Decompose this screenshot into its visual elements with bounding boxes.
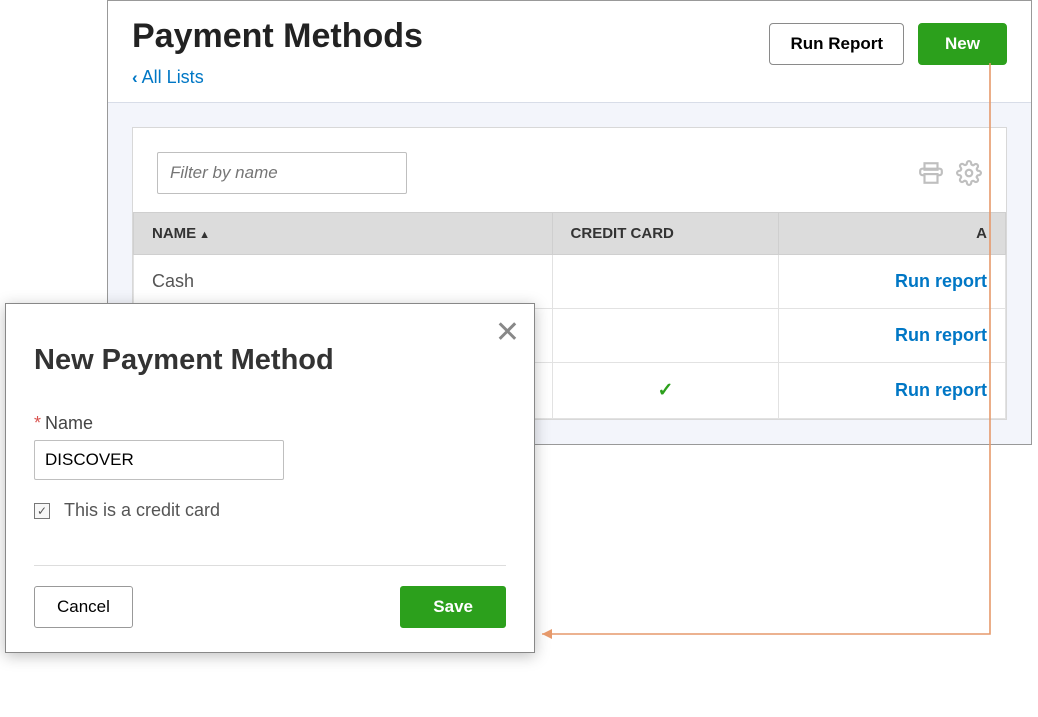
- breadcrumb[interactable]: ‹ All Lists: [108, 65, 1031, 103]
- col-header-action[interactable]: A: [779, 213, 1006, 255]
- toolbar: [133, 152, 1006, 212]
- checkbox-icon[interactable]: ✓: [34, 503, 50, 519]
- header-bar: Payment Methods Run Report New: [108, 1, 1031, 65]
- row-cc: [552, 255, 779, 309]
- row-cc: [552, 309, 779, 363]
- run-report-button[interactable]: Run Report: [769, 23, 904, 65]
- row-action-link[interactable]: Run report: [779, 363, 1006, 419]
- name-input[interactable]: [34, 440, 284, 480]
- breadcrumb-label: All Lists: [142, 67, 204, 88]
- new-button[interactable]: New: [918, 23, 1007, 65]
- header-actions: Run Report New: [769, 23, 1007, 65]
- close-icon[interactable]: ✕: [495, 318, 520, 348]
- gear-icon[interactable]: [956, 160, 982, 186]
- credit-card-checkbox-row[interactable]: ✓ This is a credit card: [34, 500, 506, 521]
- chevron-left-icon: ‹: [132, 68, 138, 88]
- toolbar-icons: [918, 160, 982, 186]
- required-star-icon: *: [34, 413, 41, 433]
- row-action-link[interactable]: Run report: [779, 309, 1006, 363]
- page-title: Payment Methods: [132, 17, 423, 56]
- modal-divider: [34, 565, 506, 566]
- sort-asc-icon: ▲: [199, 229, 210, 241]
- cancel-button[interactable]: Cancel: [34, 586, 133, 628]
- row-action-link[interactable]: Run report: [779, 255, 1006, 309]
- col-header-credit-card[interactable]: CREDIT CARD: [552, 213, 779, 255]
- print-icon[interactable]: [918, 160, 944, 186]
- modal-footer: Cancel Save: [34, 586, 506, 628]
- filter-input[interactable]: [157, 152, 407, 194]
- row-cc: ✓: [552, 363, 779, 419]
- table-row: Cash Run report: [134, 255, 1006, 309]
- check-icon: ✓: [657, 380, 673, 401]
- credit-card-checkbox-label: This is a credit card: [64, 500, 220, 521]
- save-button[interactable]: Save: [400, 586, 506, 628]
- new-payment-method-modal: ✕ New Payment Method *Name ✓ This is a c…: [5, 303, 535, 653]
- name-field-label: *Name: [34, 413, 506, 434]
- row-name: Cash: [134, 255, 553, 309]
- col-header-name[interactable]: NAME▲: [134, 213, 553, 255]
- modal-title: New Payment Method: [34, 344, 506, 377]
